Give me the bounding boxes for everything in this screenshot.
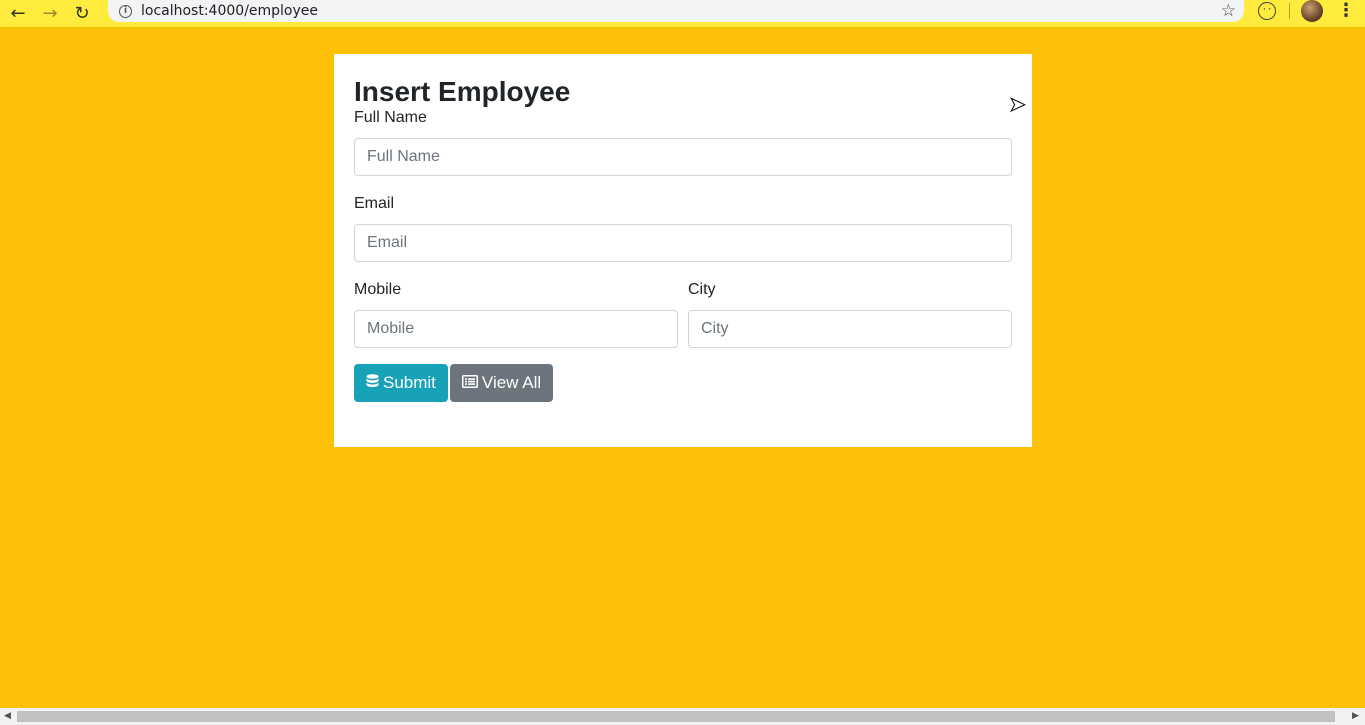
forward-arrow-icon: → <box>42 3 58 24</box>
full-name-input[interactable] <box>354 138 1012 176</box>
email-group: Email <box>354 194 1012 262</box>
full-name-group: Full Name <box>354 108 1012 176</box>
profile-avatar[interactable] <box>1301 0 1323 22</box>
mobile-city-row: Mobile City <box>354 280 1012 348</box>
form-actions: Submit View All <box>354 364 1012 402</box>
scroll-right-icon[interactable]: ▶ <box>1352 711 1359 721</box>
database-icon <box>366 373 379 393</box>
mobile-input[interactable] <box>354 310 678 348</box>
mobile-group: Mobile <box>354 280 678 348</box>
submit-button-label: Submit <box>383 373 436 392</box>
scroll-left-icon[interactable]: ◀ <box>4 711 11 721</box>
toolbar-divider <box>1289 3 1290 19</box>
mouse-cursor-icon: ➤ <box>1009 92 1027 117</box>
horizontal-scrollbar[interactable]: ◀ ▶ <box>0 708 1365 725</box>
bookmark-star-icon[interactable]: ☆ <box>1221 0 1236 22</box>
forward-button[interactable]: → <box>36 3 64 25</box>
list-alt-icon <box>461 374 478 392</box>
view-all-button-label: View All <box>481 373 542 392</box>
full-name-label: Full Name <box>354 109 427 126</box>
mobile-label: Mobile <box>354 281 402 298</box>
city-group: City <box>688 280 1012 348</box>
browser-toolbar: ← → ↻ i localhost:4000/employee ☆ ·· ⋮ <box>0 0 1365 28</box>
back-button[interactable]: ← <box>4 3 32 25</box>
insert-employee-card: Insert Employee Full Name Email Mobile C… <box>334 54 1032 447</box>
address-bar[interactable]: i localhost:4000/employee ☆ <box>108 0 1244 22</box>
reload-icon: ↻ <box>74 3 90 24</box>
reload-button[interactable]: ↻ <box>68 3 96 25</box>
extension-icon[interactable]: ·· <box>1258 2 1276 20</box>
info-icon[interactable]: i <box>119 4 132 18</box>
city-input[interactable] <box>688 310 1012 348</box>
back-arrow-icon: ← <box>10 3 26 24</box>
browser-menu-icon[interactable]: ⋮ <box>1337 0 1355 22</box>
email-label: Email <box>354 195 395 212</box>
page-title: Insert Employee <box>354 76 571 107</box>
email-input[interactable] <box>354 224 1012 262</box>
city-label: City <box>688 281 716 298</box>
submit-button[interactable]: Submit <box>354 364 448 402</box>
view-all-button[interactable]: View All <box>449 364 554 402</box>
scrollbar-thumb[interactable] <box>17 711 1335 722</box>
url-text[interactable]: localhost:4000/employee <box>141 3 318 19</box>
